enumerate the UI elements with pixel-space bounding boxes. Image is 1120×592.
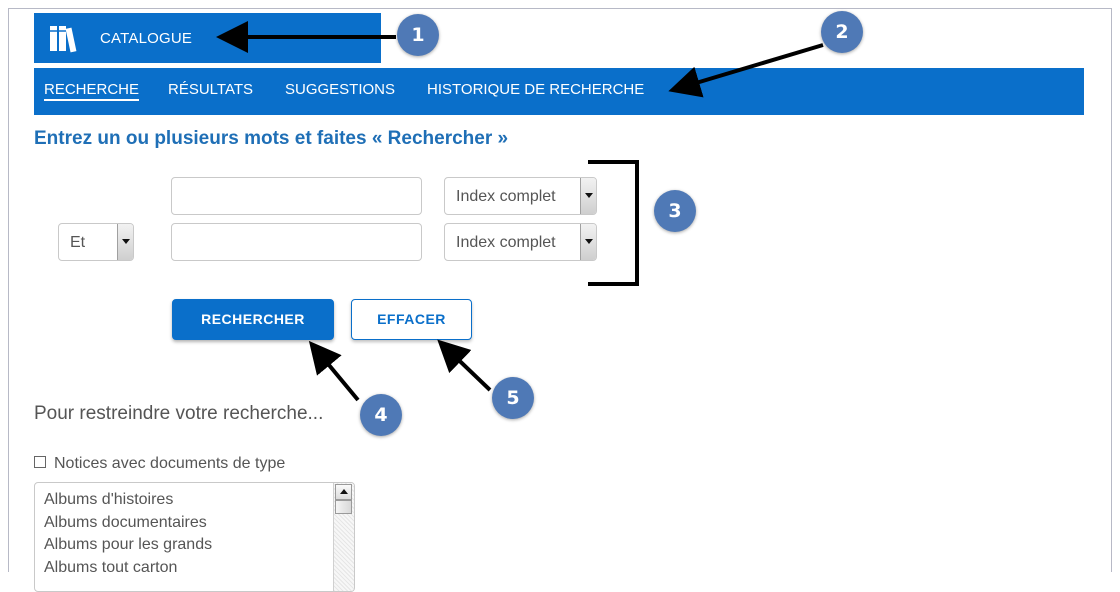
callout-2: 2 (821, 11, 863, 53)
callout-1: 1 (397, 14, 439, 56)
search-button[interactable]: RECHERCHER (172, 299, 334, 340)
list-item[interactable]: Albums pour les grands (44, 534, 354, 557)
scroll-thumb[interactable] (335, 500, 352, 514)
doc-type-checkbox[interactable] (34, 455, 46, 468)
books-icon (50, 26, 77, 53)
index-select-1-value: Index complet (456, 188, 556, 205)
callout-4: 4 (360, 394, 402, 436)
list-item[interactable]: Albums tout carton (44, 557, 354, 580)
catalogue-header[interactable]: CATALOGUE (34, 13, 381, 63)
callout-3: 3 (654, 190, 696, 232)
list-item[interactable]: Albums d'histoires (44, 489, 354, 512)
page-title: Entrez un ou plusieurs mots et faites « … (34, 128, 509, 149)
chevron-down-icon (117, 224, 133, 260)
operator-select-value: Et (70, 234, 86, 251)
chevron-down-icon (580, 224, 596, 260)
search-term-input-2[interactable] (171, 223, 422, 261)
tab-suggestions[interactable]: SUGGESTIONS (285, 81, 395, 98)
operator-select[interactable]: Et (58, 223, 134, 261)
index-select-2[interactable]: Index complet (444, 223, 597, 261)
index-select-2-value: Index complet (456, 234, 556, 251)
tab-recherche[interactable]: RECHERCHE (44, 81, 140, 101)
doc-type-listbox[interactable]: Albums d'histoires Albums documentaires … (34, 482, 355, 592)
doc-type-filter: Notices avec documents de type (34, 455, 285, 473)
brand-label: CATALOGUE (100, 30, 193, 47)
list-item[interactable]: Albums documentaires (44, 512, 354, 535)
clear-button[interactable]: EFFACER (351, 299, 472, 340)
callout-5: 5 (492, 377, 534, 419)
restrict-label: Pour restreindre votre recherche... (34, 403, 324, 424)
listbox-scrollbar[interactable] (333, 483, 354, 591)
tab-resultats[interactable]: RÉSULTATS (168, 81, 253, 98)
index-select-1[interactable]: Index complet (444, 177, 597, 215)
scroll-up-icon[interactable] (335, 484, 352, 500)
search-term-input-1[interactable] (171, 177, 422, 215)
main-nav: RECHERCHE RÉSULTATS SUGGESTIONS HISTORIQ… (34, 68, 1084, 115)
tab-historique[interactable]: HISTORIQUE DE RECHERCHE (427, 81, 644, 98)
chevron-down-icon (580, 178, 596, 214)
doc-type-checkbox-label: Notices avec documents de type (54, 455, 286, 472)
